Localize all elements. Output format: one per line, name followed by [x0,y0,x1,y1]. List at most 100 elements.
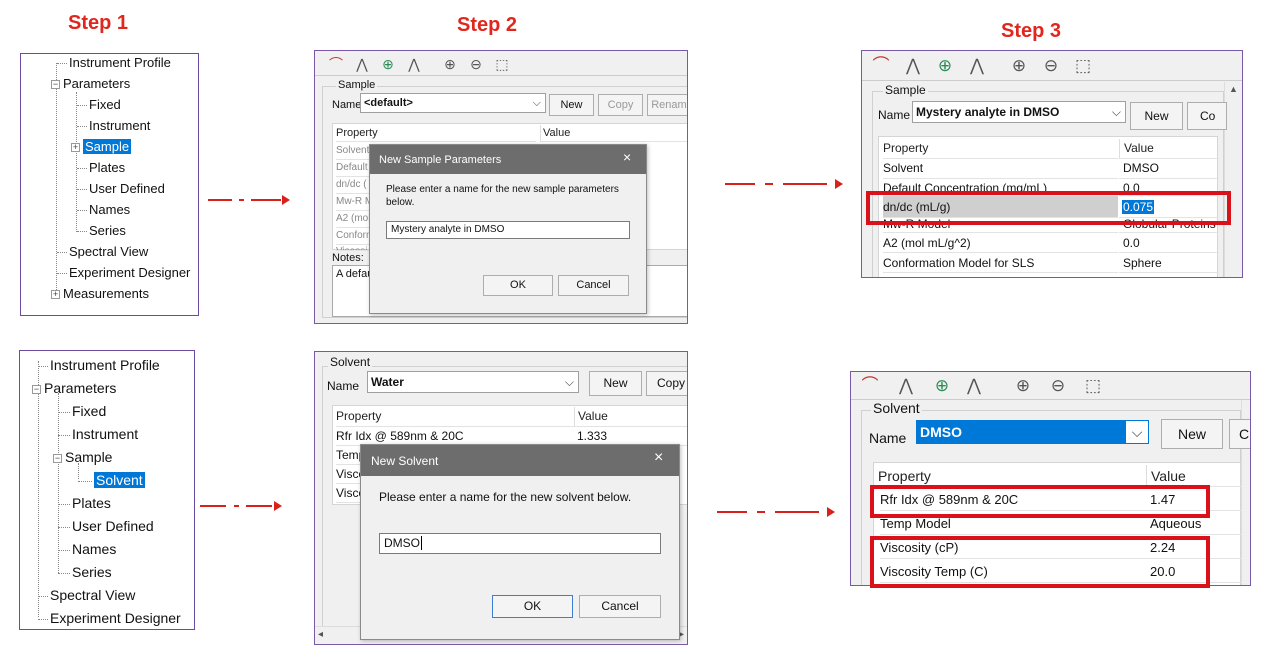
property-cell: Solvent [883,159,1118,179]
step-1-label: Step 1 [68,12,129,34]
copy-button[interactable]: Copy [598,94,643,116]
new-button[interactable]: New [1161,419,1223,449]
copy-button[interactable]: Co [1187,102,1227,130]
tree-item-parameters[interactable]: − Parameters [32,378,116,398]
tree-item-names[interactable]: Names [77,201,130,219]
tree-item-series[interactable]: Series [58,562,112,582]
dialog-message: Please enter a name for the new sample p… [386,184,619,208]
solvent-name-input[interactable]: DMSO [379,533,661,554]
tree-item-spectral-view[interactable]: Spectral View [38,585,135,605]
close-icon[interactable]: × [654,449,663,467]
highlight-dndc-row [866,191,1231,225]
copy-button[interactable]: Copy [646,371,687,396]
name-label: Name [327,379,360,393]
dual-peak-icon[interactable]: ⋀ [968,57,986,75]
chromatogram-icon[interactable]: ⌒ [861,377,879,395]
ok-button[interactable]: OK [483,275,553,296]
tree-item-sample[interactable]: + Sample [71,138,132,156]
column-header-property: Property [336,407,574,427]
scroll-up-icon[interactable]: ▲ [1229,84,1238,94]
column-header-property: Property [878,465,1146,487]
peak-icon[interactable]: ⋀ [897,377,915,395]
zoom-in-icon[interactable]: ⊕ [1010,57,1028,75]
value-cell[interactable]: Sphere [1119,253,1219,273]
tree-item-user-defined[interactable]: User Defined [58,516,154,536]
copy-button[interactable]: C [1229,419,1250,449]
cancel-button[interactable]: Cancel [558,275,629,296]
arrow-step2-to-step3-bottom [717,507,835,517]
add-peak-icon[interactable]: ⊕ [936,57,954,75]
tree-item-fixed[interactable]: Fixed [77,96,121,114]
add-peak-icon[interactable]: ⊕ [379,55,397,73]
tree-item-plates[interactable]: Plates [77,159,125,177]
tree-item-spectral-view[interactable]: Spectral View [57,243,148,261]
tree-item-user-defined[interactable]: User Defined [77,180,165,198]
value-cell[interactable]: 0.0 [1119,233,1219,253]
tree-item-experiment-designer[interactable]: Experiment Designer [38,608,181,628]
tree-item-experiment-designer[interactable]: Experiment Designer [57,264,190,282]
name-label: Name [869,430,907,446]
peak-icon[interactable]: ⋀ [353,55,371,73]
new-button[interactable]: New [1130,102,1183,130]
group-label: Solvent [328,355,373,369]
new-button[interactable]: New [589,371,642,396]
chromatogram-icon[interactable]: ⌒ [327,55,345,73]
chromatogram-icon[interactable]: ⌒ [872,57,890,75]
chevron-down-icon[interactable]: ⌵ [533,94,541,112]
chevron-down-icon[interactable]: ⌵ [565,372,574,392]
tree-item-parameters[interactable]: − Parameters [51,75,130,93]
chevron-down-icon[interactable]: ⌵ [1126,421,1148,443]
dual-peak-icon[interactable]: ⋀ [965,377,983,395]
property-cell: Conformation Model for SLS [883,253,1118,273]
tree-panel-top: Instrument Profile − Parameters Fixed Ins… [20,53,199,316]
tree-item-names[interactable]: Names [58,539,116,559]
sample-name-combo[interactable]: <default> ⌵ [360,93,546,113]
column-header-value: Value [574,407,687,427]
rename-button[interactable]: Rename [647,94,687,116]
ok-button[interactable]: OK [492,595,573,618]
dialog-titlebar: New Solvent × [361,445,679,476]
chevron-down-icon[interactable]: ⌵ [1112,102,1121,122]
expand-icon[interactable]: + [71,143,80,153]
tree-item-instrument[interactable]: Instrument [58,424,138,444]
collapse-icon[interactable]: − [51,80,60,90]
tree-item-sample[interactable]: − Sample [53,447,112,467]
expand-icon[interactable]: + [51,290,60,300]
close-icon[interactable]: × [623,149,631,165]
new-solvent-dialog: New Solvent × Please enter a name for th… [360,444,680,640]
tree-item-instrument-profile[interactable]: Instrument Profile [57,54,171,72]
fit-icon[interactable]: ⬚ [493,55,511,73]
dual-peak-icon[interactable]: ⋀ [405,55,423,73]
cancel-button[interactable]: Cancel [579,595,661,618]
zoom-out-icon[interactable]: ⊖ [467,55,485,73]
solvent-name-combo[interactable]: DMSO ⌵ [916,420,1149,444]
scroll-left-icon[interactable]: ◂ [318,629,323,640]
tree-item-solvent[interactable]: Solvent [78,470,145,490]
tree-item-fixed[interactable]: Fixed [58,401,106,421]
peak-icon[interactable]: ⋀ [904,57,922,75]
zoom-out-icon[interactable]: ⊖ [1042,57,1060,75]
zoom-in-icon[interactable]: ⊕ [441,55,459,73]
fit-icon[interactable]: ⬚ [1074,57,1092,75]
zoom-out-icon[interactable]: ⊖ [1049,377,1067,395]
sample-name-input[interactable]: Mystery analyte in DMSO [386,221,630,239]
dialog-title: New Solvent [371,454,439,468]
add-peak-icon[interactable]: ⊕ [933,377,951,395]
solvent-name-combo[interactable]: Water ⌵ [367,371,579,393]
value-cell[interactable]: DMSO [1119,159,1219,179]
collapse-icon[interactable]: − [32,384,41,394]
tree-item-measurements[interactable]: + Measurements [51,285,149,303]
group-label: Sample [336,79,378,91]
new-sample-dialog: New Sample Parameters × Please enter a n… [369,144,647,314]
tree-item-series[interactable]: Series [77,222,126,240]
tree-item-instrument-profile[interactable]: Instrument Profile [38,355,160,375]
collapse-icon[interactable]: − [53,453,62,463]
dialog-message: Please enter a name for the new solvent … [379,490,632,504]
tree-item-plates[interactable]: Plates [58,493,111,513]
new-button[interactable]: New [549,94,594,116]
fit-icon[interactable]: ⬚ [1084,377,1102,395]
zoom-in-icon[interactable]: ⊕ [1014,377,1032,395]
name-label: Name [878,108,911,122]
sample-name-combo[interactable]: Mystery analyte in DMSO ⌵ [912,101,1126,123]
tree-item-instrument[interactable]: Instrument [77,117,150,135]
